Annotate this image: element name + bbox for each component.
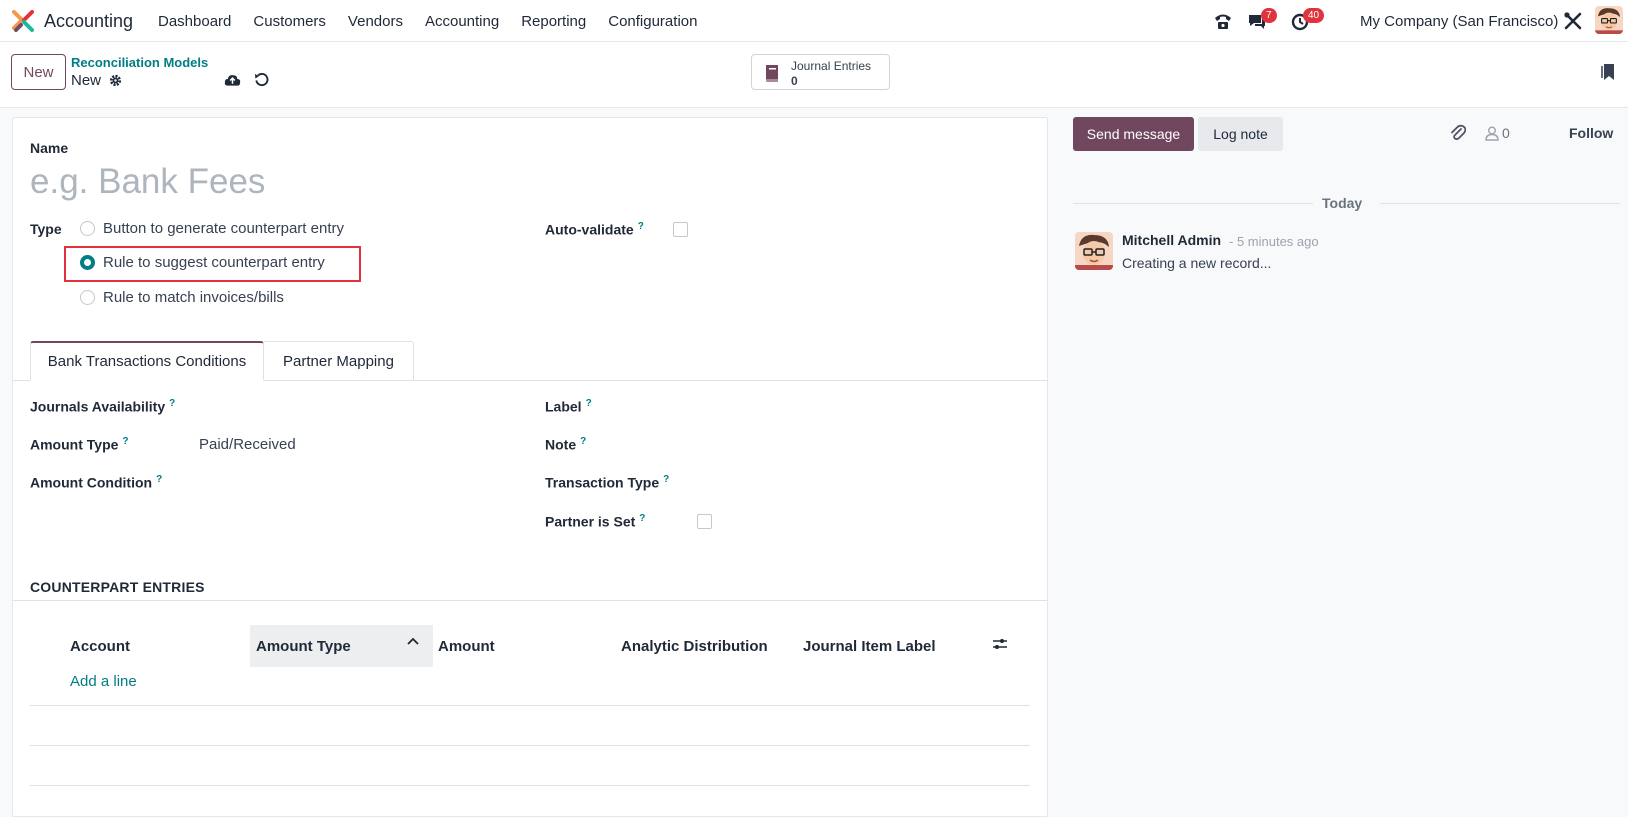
date-separator-line	[1073, 203, 1313, 204]
type-label: Type	[30, 221, 62, 237]
gear-icon[interactable]	[109, 74, 122, 87]
message-author[interactable]: Mitchell Admin	[1122, 232, 1221, 248]
field-label-text: Transaction Type	[545, 474, 660, 491]
name-input[interactable]: e.g. Bank Fees	[30, 162, 930, 202]
help-tooltip-icon[interactable]: ?	[638, 221, 644, 232]
smart-button-label: Journal Entries	[791, 59, 872, 73]
label-field-label: Label?	[545, 398, 592, 415]
help-tooltip-icon[interactable]: ?	[156, 474, 162, 485]
field-label-text: Amount Condition	[30, 474, 153, 491]
type-option-match[interactable]: Rule to match invoices/bills	[80, 289, 284, 306]
date-separator: Today	[1322, 195, 1363, 211]
field-label-text: Journals Availability	[30, 398, 166, 415]
field-label-text: Label	[545, 398, 582, 415]
annotation-highlight-box	[64, 246, 361, 282]
paperclip-icon[interactable]	[1450, 124, 1466, 142]
menu-configuration[interactable]: Configuration	[608, 13, 697, 30]
send-message-button[interactable]: Send message	[1073, 117, 1194, 151]
help-tooltip-icon[interactable]: ?	[580, 436, 586, 447]
field-label-text: Partner is Set	[545, 513, 636, 530]
amount-type-label: Amount Type?	[30, 436, 129, 453]
table-row-divider	[30, 745, 1030, 746]
note-field-label: Note?	[545, 436, 586, 453]
message-timestamp: - 5 minutes ago	[1229, 234, 1319, 249]
type-option-button[interactable]: Button to generate counterpart entry	[80, 220, 344, 237]
followers-count[interactable]: 0	[1502, 125, 1510, 141]
auto-validate-checkbox[interactable]	[673, 222, 688, 237]
journals-availability-label: Journals Availability?	[30, 398, 175, 415]
table-row-divider	[30, 785, 1030, 786]
type-option-label: Rule to match invoices/bills	[103, 289, 284, 306]
breadcrumb-parent[interactable]: Reconciliation Models	[71, 55, 208, 70]
column-analytic-distribution[interactable]: Analytic Distribution	[621, 625, 801, 667]
chevron-up-icon[interactable]	[407, 636, 419, 646]
journal-entries-smart-button[interactable]: Journal Entries 0	[751, 54, 890, 90]
help-tooltip-icon[interactable]: ?	[169, 398, 175, 409]
field-label-text: Note	[545, 436, 577, 453]
auto-validate-text: Auto-validate	[545, 221, 634, 238]
tab-partner-mapping[interactable]: Partner Mapping	[264, 341, 414, 381]
breadcrumb-current: New	[71, 72, 102, 89]
accounting-app-icon[interactable]	[12, 10, 34, 32]
main-menu: Dashboard Customers Vendors Accounting R…	[158, 13, 719, 30]
tab-bank-transactions-conditions[interactable]: Bank Transactions Conditions	[30, 341, 264, 381]
top-navbar: Accounting Dashboard Customers Vendors A…	[0, 0, 1628, 42]
column-account[interactable]: Account	[70, 625, 260, 667]
partner-is-set-label: Partner is Set?	[545, 513, 645, 530]
counterpart-entries-title: COUNTERPART ENTRIES	[30, 579, 205, 595]
help-tooltip-icon[interactable]: ?	[639, 513, 645, 524]
column-amount[interactable]: Amount	[438, 625, 608, 667]
column-amount-type[interactable]: Amount Type	[250, 625, 433, 667]
control-panel: New Reconciliation Models New Journal En…	[0, 42, 1628, 108]
menu-accounting[interactable]: Accounting	[425, 13, 499, 30]
transaction-type-label: Transaction Type?	[545, 474, 669, 491]
book-icon	[766, 65, 778, 82]
help-tooltip-icon[interactable]: ?	[663, 474, 669, 485]
messages-badge: 7	[1261, 8, 1277, 23]
user-avatar[interactable]	[1595, 6, 1623, 34]
help-tooltip-icon[interactable]: ?	[586, 398, 592, 409]
follow-button[interactable]: Follow	[1569, 125, 1613, 141]
column-journal-item-label[interactable]: Journal Item Label	[803, 625, 973, 667]
type-option-label: Button to generate counterpart entry	[103, 220, 344, 237]
radio-unchecked[interactable]	[80, 290, 95, 305]
menu-vendors[interactable]: Vendors	[348, 13, 403, 30]
menu-customers[interactable]: Customers	[253, 13, 326, 30]
activities-badge: 40	[1303, 8, 1325, 23]
section-divider	[13, 600, 1047, 601]
menu-dashboard[interactable]: Dashboard	[158, 13, 231, 30]
table-row-divider	[30, 705, 1030, 706]
phone-icon[interactable]	[1212, 10, 1234, 32]
cloud-save-icon[interactable]	[224, 73, 241, 87]
message-author-avatar[interactable]	[1075, 232, 1113, 270]
company-switcher[interactable]: My Company (San Francisco)	[1360, 13, 1558, 30]
optional-columns-icon[interactable]	[992, 636, 1008, 652]
message-body: Creating a new record...	[1122, 255, 1272, 271]
partner-is-set-checkbox[interactable]	[697, 514, 712, 529]
menu-reporting[interactable]: Reporting	[521, 13, 586, 30]
form-sheet: Name e.g. Bank Fees Type Button to gener…	[12, 117, 1048, 817]
debug-tools-icon[interactable]	[1562, 10, 1584, 32]
new-button[interactable]: New	[11, 54, 66, 90]
name-label: Name	[30, 140, 69, 156]
add-a-line-link[interactable]: Add a line	[70, 673, 137, 690]
followers-icon[interactable]	[1485, 126, 1499, 141]
amount-type-value[interactable]: Paid/Received	[199, 436, 296, 453]
radio-unchecked[interactable]	[80, 221, 95, 236]
log-note-button[interactable]: Log note	[1198, 117, 1283, 151]
discard-undo-icon[interactable]	[254, 72, 269, 87]
help-tooltip-icon[interactable]: ?	[122, 436, 128, 447]
date-separator-line	[1380, 203, 1620, 204]
smart-button-value: 0	[791, 74, 798, 88]
auto-validate-label: Auto-validate?	[545, 221, 644, 238]
amount-condition-label: Amount Condition?	[30, 474, 162, 491]
bookmark-icon[interactable]	[1601, 63, 1615, 81]
field-label-text: Amount Type	[30, 436, 119, 453]
app-name[interactable]: Accounting	[44, 11, 133, 32]
